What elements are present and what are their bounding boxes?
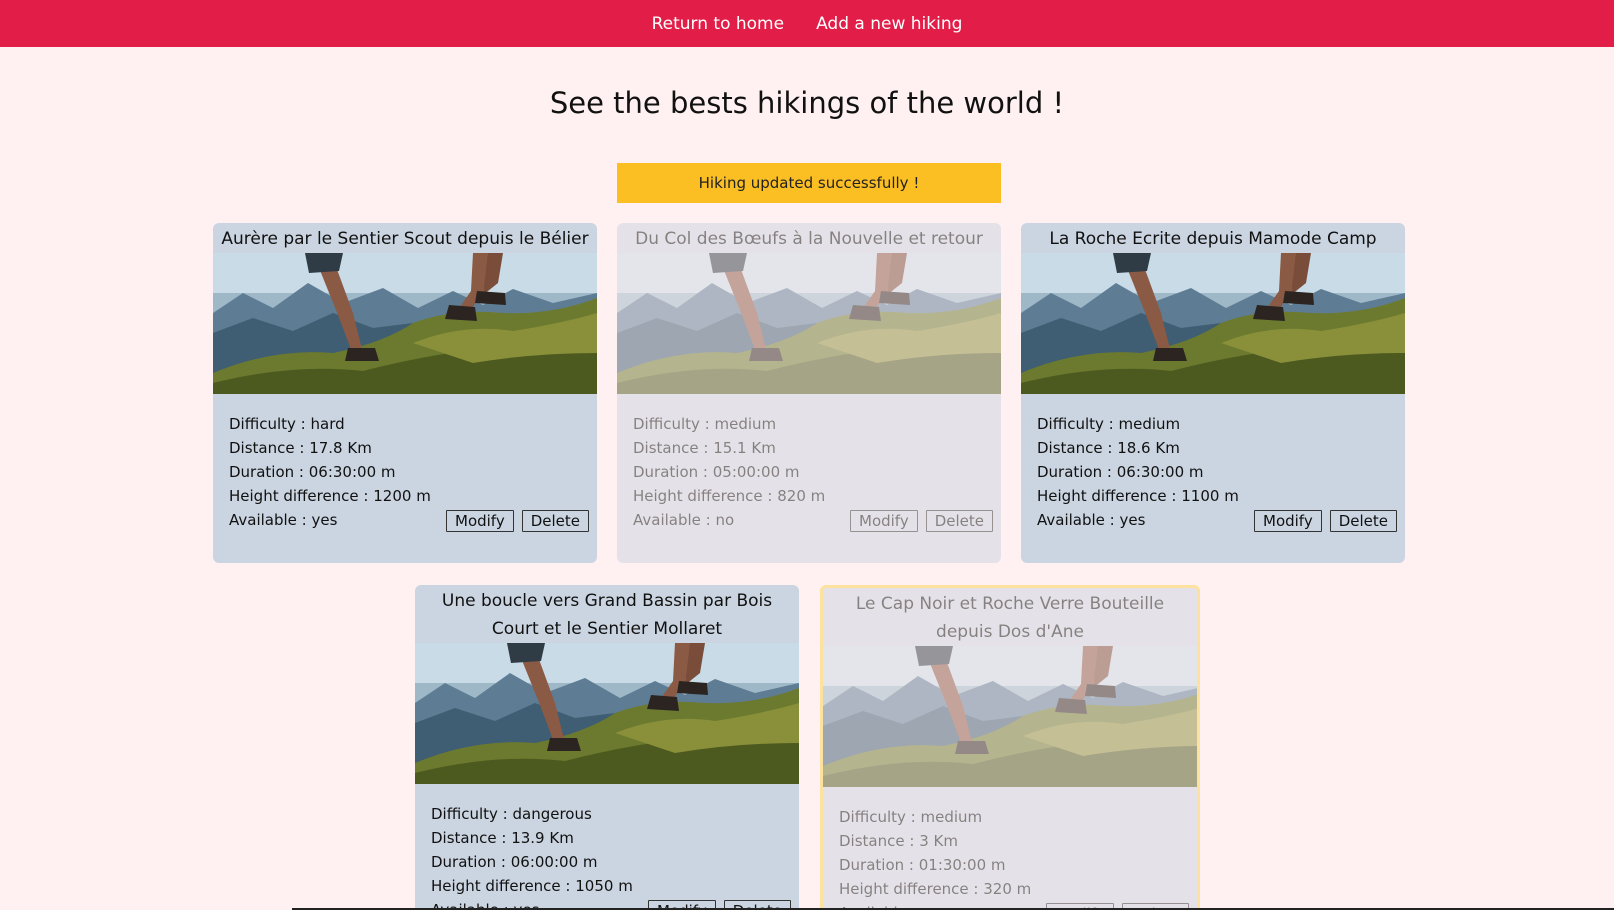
- distance-row: Distance : 3 Km: [839, 832, 958, 850]
- card-actions: Modify Delete: [446, 510, 589, 532]
- success-alert: Hiking updated successfully !: [617, 163, 1001, 203]
- duration-value: 06:30:00 m: [308, 463, 396, 481]
- hiking-image: [617, 253, 1001, 394]
- hiking-image: [213, 253, 597, 394]
- page-title: See the bests hikings of the world !: [549, 86, 1065, 120]
- add-hiking-link[interactable]: Add a new hiking: [816, 14, 962, 34]
- height-value: 1100 m: [1181, 487, 1239, 505]
- hiking-image: [1021, 253, 1405, 394]
- height-row: Height difference : 1050 m: [431, 877, 633, 895]
- height-row: Height difference : 320 m: [839, 880, 1032, 898]
- hiking-title: Une boucle vers Grand Bassin par Bois Co…: [441, 591, 773, 639]
- difficulty-row: Difficulty : medium: [633, 415, 777, 433]
- top-navigation: Return to home Add a new hiking: [0, 0, 1614, 47]
- height-value: 1050 m: [575, 877, 633, 895]
- distance-row: Distance : 15.1 Km: [633, 439, 776, 457]
- hiking-card: Aurère par le Sentier Scout depuis le Bé…: [213, 223, 597, 563]
- duration-row: Duration : 01:30:00 m: [839, 856, 1006, 874]
- return-home-link[interactable]: Return to home: [652, 14, 784, 34]
- duration-value: 01:30:00 m: [918, 856, 1006, 874]
- available-value: no: [715, 511, 735, 529]
- height-value: 820 m: [777, 487, 826, 505]
- modify-button[interactable]: Modify: [446, 510, 514, 532]
- height-row: Height difference : 820 m: [633, 487, 826, 505]
- difficulty-row: Difficulty : medium: [1037, 415, 1181, 433]
- available-value: yes: [311, 511, 338, 529]
- delete-button[interactable]: Delete: [1329, 510, 1397, 532]
- hiking-title: Le Cap Noir et Roche Verre Bouteille dep…: [855, 594, 1165, 642]
- height-row: Height difference : 1200 m: [229, 487, 431, 505]
- difficulty-value: dangerous: [512, 805, 592, 823]
- hiking-card-selected: Le Cap Noir et Roche Verre Bouteille dep…: [820, 585, 1200, 910]
- hiking-details: Difficulty : medium Distance : 15.1 Km D…: [617, 394, 1001, 532]
- distance-value: 18.6 Km: [1117, 439, 1180, 457]
- difficulty-value: medium: [920, 808, 983, 826]
- hiking-image: [415, 643, 799, 784]
- delete-button[interactable]: Delete: [521, 510, 589, 532]
- difficulty-row: Difficulty : medium: [839, 808, 983, 826]
- duration-row: Duration : 06:30:00 m: [229, 463, 396, 481]
- hiking-card: Du Col des Bœufs à la Nouvelle et retour…: [617, 223, 1001, 563]
- distance-value: 3 Km: [919, 832, 958, 850]
- hiking-image: [823, 646, 1197, 787]
- alert-message: Hiking updated successfully !: [698, 174, 920, 192]
- duration-value: 05:00:00 m: [712, 463, 800, 481]
- distance-row: Distance : 17.8 Km: [229, 439, 372, 457]
- height-value: 320 m: [983, 880, 1032, 898]
- duration-row: Duration : 05:00:00 m: [633, 463, 800, 481]
- height-value: 1200 m: [373, 487, 431, 505]
- available-value: yes: [1119, 511, 1146, 529]
- hiking-details: Difficulty : dangerous Distance : 13.9 K…: [415, 784, 799, 910]
- difficulty-value: medium: [714, 415, 777, 433]
- hiking-details: Difficulty : medium Distance : 3 Km Dura…: [823, 787, 1197, 910]
- difficulty-value: hard: [310, 415, 345, 433]
- distance-value: 17.8 Km: [309, 439, 372, 457]
- hiking-title: Aurère par le Sentier Scout depuis le Bé…: [221, 229, 589, 249]
- modify-button[interactable]: Modify: [850, 510, 918, 532]
- hiking-card: Une boucle vers Grand Bassin par Bois Co…: [415, 585, 799, 910]
- difficulty-row: Difficulty : hard: [229, 415, 345, 433]
- distance-row: Distance : 18.6 Km: [1037, 439, 1180, 457]
- duration-row: Duration : 06:30:00 m: [1037, 463, 1204, 481]
- hiking-title: Du Col des Bœufs à la Nouvelle et retour: [635, 229, 983, 249]
- hiking-title: La Roche Ecrite depuis Mamode Camp: [1049, 229, 1377, 249]
- duration-value: 06:00:00 m: [510, 853, 598, 871]
- hiking-details: Difficulty : medium Distance : 18.6 Km D…: [1021, 394, 1405, 532]
- card-actions: Modify Delete: [1254, 510, 1397, 532]
- height-row: Height difference : 1100 m: [1037, 487, 1239, 505]
- modify-button[interactable]: Modify: [1254, 510, 1322, 532]
- distance-value: 13.9 Km: [511, 829, 574, 847]
- hiking-details: Difficulty : hard Distance : 17.8 Km Dur…: [213, 394, 597, 532]
- difficulty-row: Difficulty : dangerous: [431, 805, 592, 823]
- duration-row: Duration : 06:00:00 m: [431, 853, 598, 871]
- card-actions: Modify Delete: [850, 510, 993, 532]
- duration-value: 06:30:00 m: [1116, 463, 1204, 481]
- distance-row: Distance : 13.9 Km: [431, 829, 574, 847]
- distance-value: 15.1 Km: [713, 439, 776, 457]
- delete-button[interactable]: Delete: [925, 510, 993, 532]
- hiking-card: La Roche Ecrite depuis Mamode Camp Diffi…: [1021, 223, 1405, 563]
- difficulty-value: medium: [1118, 415, 1181, 433]
